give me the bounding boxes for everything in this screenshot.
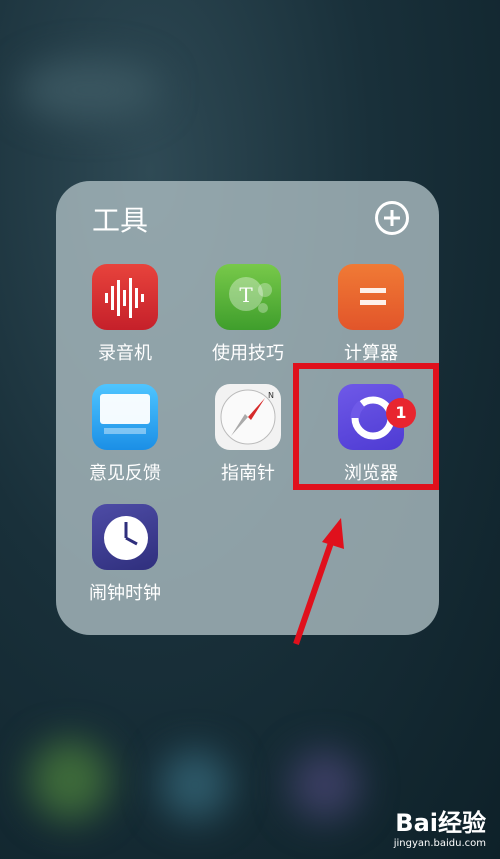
baidu-logo: Bai经验 xyxy=(395,809,486,837)
watermark: Bai经验 jingyan.baidu.com xyxy=(394,803,486,849)
arrow-head-icon xyxy=(322,518,344,549)
arrow-annotation xyxy=(293,518,344,645)
watermark-url: jingyan.baidu.com xyxy=(393,838,486,849)
